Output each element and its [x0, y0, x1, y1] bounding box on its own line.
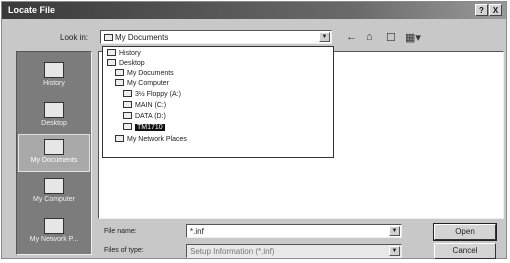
history-icon	[107, 49, 116, 56]
place-label: History	[43, 80, 65, 87]
hard-drive-icon	[123, 112, 132, 119]
dialog-title: Locate File	[8, 5, 56, 15]
file-name-input[interactable]: *.inf ▼	[186, 224, 402, 238]
look-in-label: Look in:	[60, 33, 89, 42]
help-button[interactable]: ?	[475, 4, 488, 16]
file-type-label: Files of type:	[104, 247, 144, 254]
dropdown-item-my-computer[interactable]: My Computer	[115, 79, 169, 88]
place-label: My Computer	[32, 196, 75, 203]
title-bar: Locate File ? X	[2, 2, 506, 19]
place-label: My Documents	[30, 157, 78, 164]
file-type-value: Setup Information (*.inf)	[190, 247, 275, 256]
views-menu-icon[interactable]: ▦▾	[405, 31, 421, 44]
chevron-down-icon[interactable]: ▼	[389, 226, 400, 236]
place-label: My Network P...	[29, 236, 79, 243]
desktop-icon	[107, 59, 116, 66]
cancel-button[interactable]: Cancel	[434, 243, 496, 259]
new-folder-icon[interactable]: ☐	[386, 31, 396, 44]
chevron-down-icon[interactable]: ▼	[319, 32, 330, 42]
open-button[interactable]: Open	[433, 223, 497, 241]
dropdown-item-desktop[interactable]: Desktop	[107, 59, 145, 68]
my-computer-icon	[115, 79, 124, 86]
chevron-down-icon[interactable]: ▼	[389, 246, 400, 256]
history-icon	[44, 62, 64, 78]
place-label: Desktop	[41, 120, 67, 127]
dropdown-item-my-network-places[interactable]: My Network Places	[115, 135, 187, 144]
dropdown-item-history[interactable]: History	[107, 49, 141, 58]
dropdown-item-main-c[interactable]: MAIN (C:)	[123, 101, 166, 110]
dropdown-item-data-d[interactable]: DATA (D:)	[123, 112, 166, 121]
file-name-label: File name:	[104, 228, 137, 235]
place-history[interactable]: History	[18, 58, 90, 96]
look-in-dropdown: History Desktop My Documents My Computer…	[102, 46, 334, 158]
back-icon[interactable]: ←	[346, 31, 357, 43]
file-name-value: *.inf	[190, 227, 204, 236]
dropdown-item-my-documents[interactable]: My Documents	[115, 69, 174, 78]
hard-drive-icon	[123, 101, 132, 108]
network-places-icon	[115, 135, 124, 142]
place-my-network-places[interactable]: My Network P...	[18, 214, 90, 252]
dropdown-item-tm1710[interactable]: TM1710	[123, 123, 165, 132]
place-my-documents[interactable]: My Documents	[18, 134, 90, 172]
close-button[interactable]: X	[489, 4, 502, 16]
locate-file-dialog: Locate File ? X Look in: My Documents ▼ …	[1, 1, 507, 259]
network-places-icon	[44, 218, 64, 234]
my-documents-icon	[44, 139, 64, 155]
up-folder-icon[interactable]: ⌂	[366, 31, 373, 43]
floppy-drive-icon	[123, 90, 132, 97]
dropdown-item-floppy[interactable]: 3½ Floppy (A:)	[123, 90, 181, 99]
place-my-computer[interactable]: My Computer	[18, 174, 90, 212]
folder-icon	[115, 69, 124, 76]
place-desktop[interactable]: Desktop	[18, 98, 90, 136]
desktop-icon	[44, 102, 64, 118]
look-in-select[interactable]: My Documents ▼	[100, 30, 332, 44]
places-bar: History Desktop My Documents My Computer…	[16, 51, 92, 255]
look-in-value: My Documents	[115, 33, 169, 42]
cd-drive-icon	[123, 123, 132, 130]
my-computer-icon	[44, 178, 64, 194]
folder-icon	[104, 34, 113, 41]
file-type-select[interactable]: Setup Information (*.inf) ▼	[186, 244, 402, 258]
